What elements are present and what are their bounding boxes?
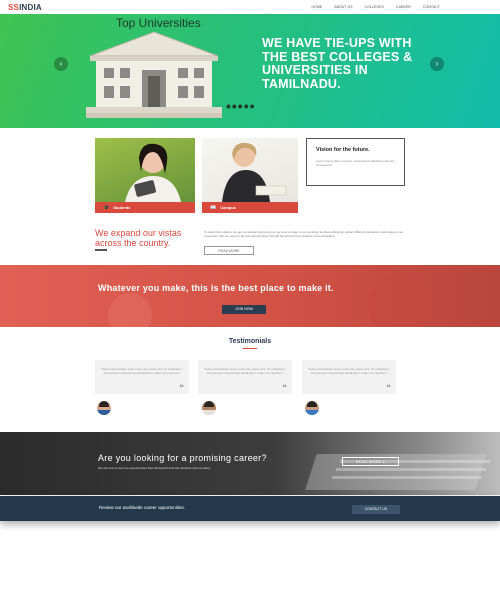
menu-item-home[interactable]: HOME [311, 5, 322, 9]
avatar [202, 401, 216, 415]
logo[interactable]: SS INDIA [8, 3, 42, 12]
hero-slider: Top Universities ••••• WE HAVE TIE-UPS W… [0, 14, 500, 128]
chevron-left-icon: ‹ [59, 59, 63, 68]
career-title: Are you looking for a promising career? [98, 453, 267, 463]
testimonial-text: Sed ut perspiciatis unde omnis iste natu… [308, 367, 390, 375]
career-read-more-button[interactable]: READ MORE ▸ [342, 457, 399, 466]
students-label: Students [113, 205, 131, 210]
footer-cta-bar: Review our worldwide career opportunitie… [0, 496, 500, 521]
hero-heading: WE HAVE TIE-UPS WITH THE BEST COLLEGES &… [262, 36, 413, 91]
contact-us-button[interactable]: CONTACT US [352, 505, 400, 514]
logo-prefix: SS [8, 2, 20, 12]
quote-icon: ❝ [179, 383, 184, 392]
career-text: We are here to set new opportunities tha… [98, 466, 211, 470]
campus-card-bar: 📖 Campus [202, 202, 298, 213]
slider-prev-button[interactable]: ‹ [54, 57, 68, 71]
band-title: Whatever you make, this is the best plac… [98, 283, 334, 293]
career-section: Are you looking for a promising career? … [0, 432, 500, 495]
hero-title: Top Universities [116, 16, 201, 30]
hero-dots-decoration: ••••• [226, 98, 256, 114]
graduate-icon: 🎓 [103, 204, 110, 211]
book-icon: 📖 [210, 204, 217, 211]
menu-item-about[interactable]: ABOUT US [334, 5, 352, 9]
vision-box: Vision for the future. Lorem ipsum dolor… [306, 138, 405, 186]
student-photo [125, 143, 181, 202]
read-more-button[interactable]: READ MORE [204, 246, 254, 255]
testimonials-title: Testimonials [228, 338, 272, 345]
footer-text: Review our worldwide career opportunitie… [99, 505, 186, 510]
students-card-bar: 🎓 Students [95, 202, 195, 213]
expand-divider [95, 249, 107, 251]
menu-item-contact[interactable]: CONTACT [423, 5, 440, 9]
quote-icon: ❝ [386, 383, 391, 392]
testimonial-card: Sed ut perspiciatis unde omnis iste natu… [95, 360, 189, 394]
testimonial-text: Sed ut perspiciatis unde omnis iste natu… [204, 367, 286, 375]
expand-title: We expand our vistas across the country. [95, 228, 182, 248]
testimonial-card: Sed ut perspiciatis unde omnis iste natu… [198, 360, 292, 394]
university-building-illustration [86, 31, 222, 118]
main-menu: HOME ABOUT US COLLEGES CAREER CONTACT [311, 5, 492, 9]
campus-card[interactable]: 📖 Campus [202, 138, 298, 213]
campus-label: Campus [220, 205, 237, 210]
expand-text: To reach the mission, we are constantly … [204, 230, 404, 239]
testimonial-text: Sed ut perspiciatis unde omnis iste natu… [101, 367, 183, 375]
testimonial-card: Sed ut perspiciatis unde omnis iste natu… [302, 360, 396, 394]
join-now-button[interactable]: JOIN NOW [222, 305, 266, 314]
menu-item-career[interactable]: CAREER [396, 5, 411, 9]
campus-photo [222, 142, 287, 202]
logo-text: INDIA [19, 2, 42, 12]
avatar [97, 401, 111, 415]
chevron-right-icon: › [435, 59, 439, 68]
keyboard-photo [305, 454, 490, 490]
quote-icon: ❝ [282, 383, 287, 392]
testimonials-divider [243, 348, 257, 349]
students-card[interactable]: 🎓 Students [95, 138, 195, 213]
cta-band: Whatever you make, this is the best plac… [0, 265, 500, 327]
slider-next-button[interactable]: › [430, 57, 444, 71]
vision-text: Lorem ipsum dolor sit amet, consectetur … [316, 158, 394, 167]
vision-title: Vision for the future. [316, 147, 370, 153]
menu-item-colleges[interactable]: COLLEGES [365, 5, 384, 9]
top-nav: SS INDIA HOME ABOUT US COLLEGES CAREER C… [0, 0, 500, 14]
avatar [305, 401, 319, 415]
band-background-photo [108, 273, 432, 327]
